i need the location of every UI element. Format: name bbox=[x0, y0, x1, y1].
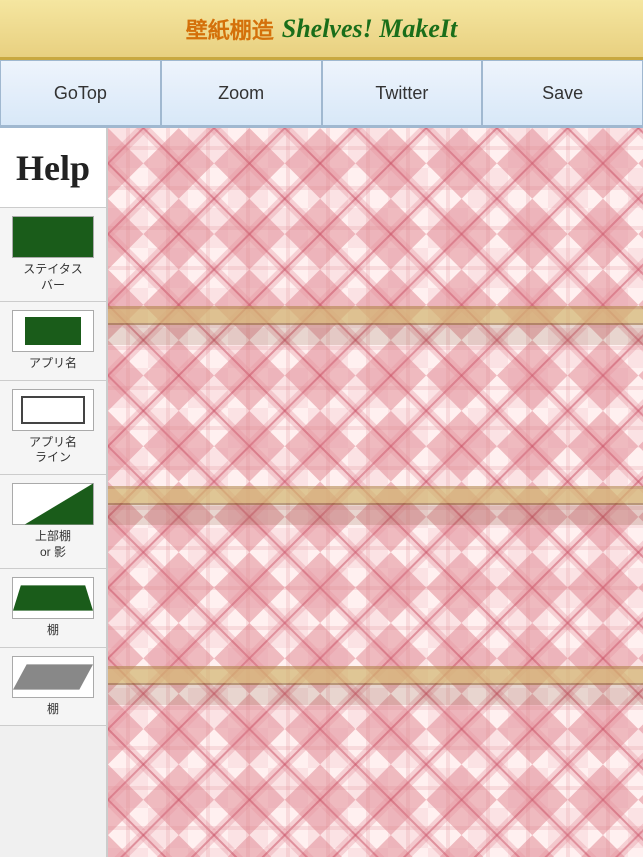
app-header: 壁紙棚造 Shelves! MakeIt bbox=[0, 0, 643, 60]
gotop-button[interactable]: GoTop bbox=[0, 60, 161, 126]
main-area: Help ステイタスバー アプリ名 アプリ名ライン bbox=[0, 128, 643, 857]
sidebar-item-status-bar[interactable]: ステイタスバー bbox=[0, 208, 106, 302]
top-shelf-label: 上部棚or 影 bbox=[35, 529, 71, 560]
save-button[interactable]: Save bbox=[482, 60, 643, 126]
sidebar: Help ステイタスバー アプリ名 アプリ名ライン bbox=[0, 128, 108, 857]
sidebar-item-app-name[interactable]: アプリ名 bbox=[0, 302, 106, 381]
app-name-icon bbox=[12, 310, 94, 352]
status-bar-label: ステイタスバー bbox=[23, 262, 83, 293]
sidebar-item-app-name-line[interactable]: アプリ名ライン bbox=[0, 381, 106, 475]
title-japanese: 壁紙棚造 bbox=[186, 13, 274, 45]
sidebar-item-top-shelf[interactable]: 上部棚or 影 bbox=[0, 475, 106, 569]
plaid-pattern bbox=[108, 128, 643, 857]
title-english: Shelves! MakeIt bbox=[282, 14, 458, 44]
sidebar-item-help[interactable]: Help bbox=[0, 128, 106, 208]
shelf-1-icon bbox=[12, 577, 94, 619]
zoom-button[interactable]: Zoom bbox=[161, 60, 322, 126]
help-label: Help bbox=[16, 147, 90, 189]
app-name-label: アプリ名 bbox=[29, 356, 77, 372]
top-shelf-icon bbox=[12, 483, 94, 525]
shelf-2-icon bbox=[12, 656, 94, 698]
app-name-line-icon bbox=[12, 389, 94, 431]
shelf-1-label: 棚 bbox=[47, 623, 59, 639]
sidebar-item-shelf-1[interactable]: 棚 bbox=[0, 569, 106, 648]
app-name-line-label: アプリ名ライン bbox=[29, 435, 77, 466]
status-bar-icon bbox=[12, 216, 94, 258]
shelf-2-label: 棚 bbox=[47, 702, 59, 718]
toolbar: GoTop Zoom Twitter Save bbox=[0, 60, 643, 128]
twitter-button[interactable]: Twitter bbox=[322, 60, 483, 126]
wallpaper-area[interactable] bbox=[108, 128, 643, 857]
sidebar-item-shelf-2[interactable]: 棚 bbox=[0, 648, 106, 727]
